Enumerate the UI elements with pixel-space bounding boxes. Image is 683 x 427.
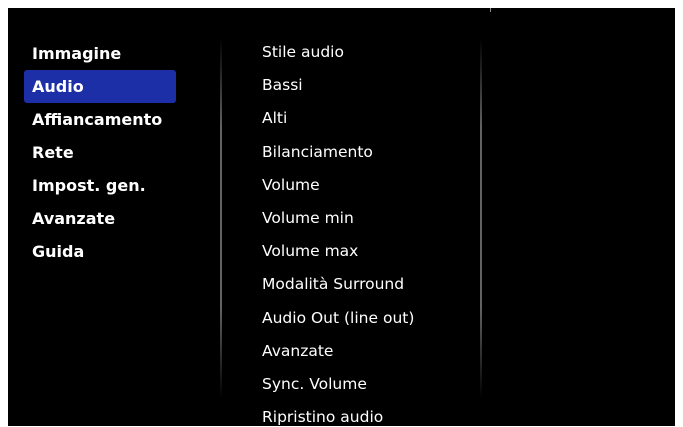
- audio-item-bilanciamento[interactable]: Bilanciamento: [262, 136, 472, 169]
- menu-item-impost-gen[interactable]: Impost. gen.: [24, 169, 176, 202]
- menu-item-guida[interactable]: Guida: [24, 235, 176, 268]
- menu-item-audio[interactable]: Audio: [24, 70, 176, 103]
- audio-item-audio-out[interactable]: Audio Out (line out): [262, 302, 472, 335]
- menu-item-affiancamento[interactable]: Affiancamento: [24, 103, 176, 136]
- main-menu: Immagine Audio Affiancamento Rete Impost…: [24, 37, 176, 268]
- audio-submenu: Stile audio Bassi Alti Bilanciamento Vol…: [262, 36, 472, 426]
- audio-item-volume-max[interactable]: Volume max: [262, 235, 472, 268]
- audio-item-stile-audio[interactable]: Stile audio: [262, 36, 472, 69]
- menu-item-immagine[interactable]: Immagine: [24, 37, 176, 70]
- column-divider-left: [220, 38, 222, 398]
- audio-item-alti[interactable]: Alti: [262, 102, 472, 135]
- audio-item-avanzate[interactable]: Avanzate: [262, 335, 472, 368]
- audio-item-sync-volume[interactable]: Sync. Volume: [262, 368, 472, 401]
- top-marker: [490, 8, 491, 12]
- column-divider-right: [480, 38, 482, 398]
- audio-item-volume-min[interactable]: Volume min: [262, 202, 472, 235]
- osd-screen: Immagine Audio Affiancamento Rete Impost…: [8, 8, 675, 426]
- audio-item-modalita-surround[interactable]: Modalità Surround: [262, 268, 472, 301]
- audio-item-volume[interactable]: Volume: [262, 169, 472, 202]
- audio-item-bassi[interactable]: Bassi: [262, 69, 472, 102]
- menu-item-avanzate[interactable]: Avanzate: [24, 202, 176, 235]
- menu-item-rete[interactable]: Rete: [24, 136, 176, 169]
- audio-item-ripristino-audio[interactable]: Ripristino audio: [262, 401, 472, 426]
